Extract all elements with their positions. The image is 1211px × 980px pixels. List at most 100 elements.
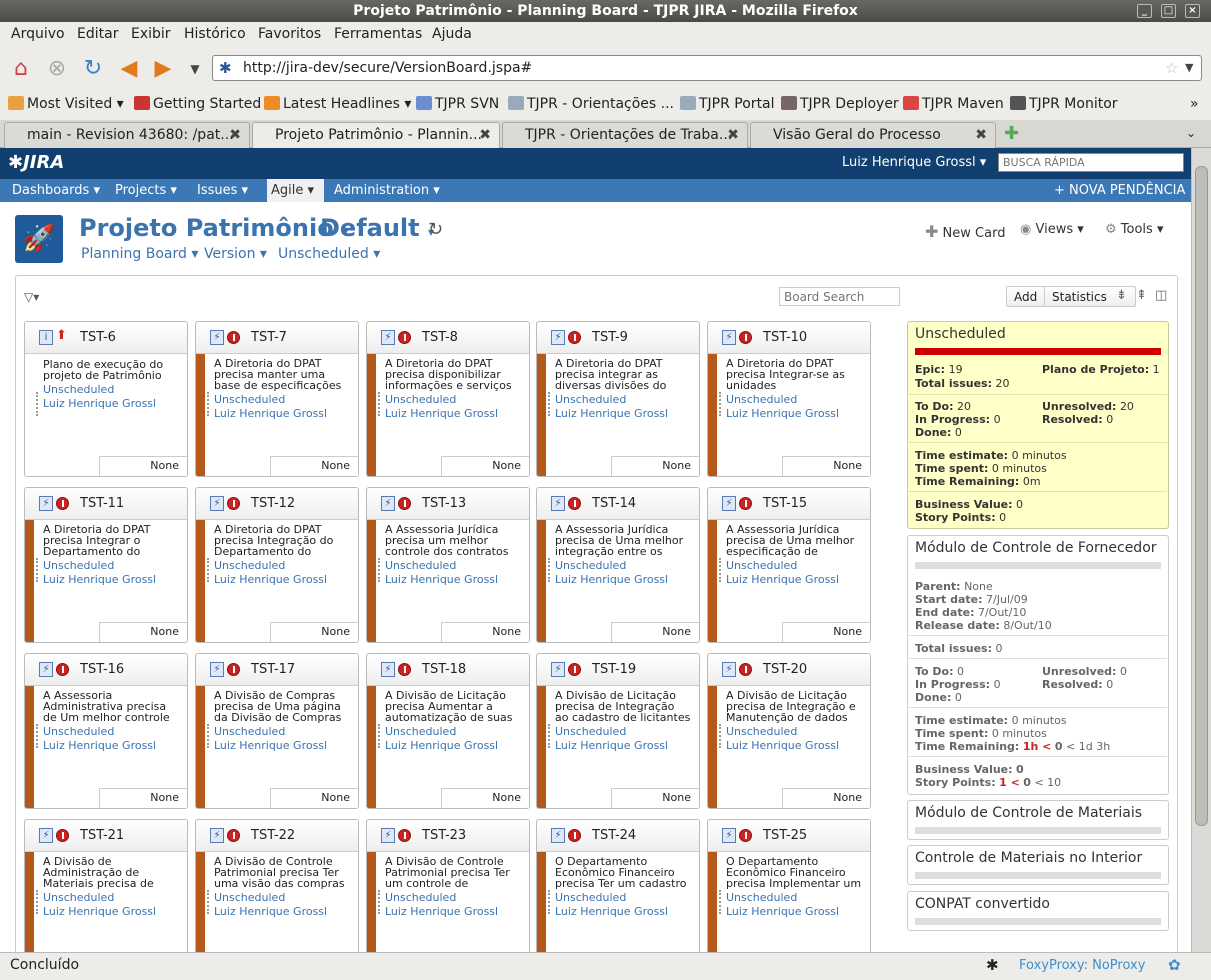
bug-icon[interactable]: ✱	[986, 956, 999, 974]
project-name[interactable]: Projeto Patrimônio ▾	[79, 214, 348, 242]
issue-key[interactable]: TST-22	[251, 828, 295, 843]
issue-card[interactable]: ⚡ TST-18 A Divisão de Licitação precisa Au…	[366, 653, 530, 809]
side-panel-icon[interactable]: ◫	[1155, 288, 1167, 303]
issue-card[interactable]: ⚡ TST-21 A Divisão de Administração de Mat…	[24, 819, 188, 952]
issue-assignee[interactable]: Luiz Henrique Grossl	[555, 573, 668, 586]
foxyproxy-icon[interactable]: ✿	[1168, 956, 1181, 974]
issue-version[interactable]: Unscheduled	[43, 559, 114, 572]
issue-key[interactable]: TST-17	[251, 662, 295, 677]
drag-handle[interactable]	[36, 890, 39, 914]
bookmark-tjpr-deployer[interactable]: TJPR Deployer	[781, 96, 899, 112]
issue-assignee[interactable]: Luiz Henrique Grossl	[214, 573, 327, 586]
drag-handle[interactable]	[719, 392, 722, 416]
issue-version[interactable]: Unscheduled	[726, 393, 797, 406]
new-card-button[interactable]: ✚ New Card	[925, 222, 1005, 241]
bookmark-tjpr-svn[interactable]: TJPR SVN	[416, 96, 499, 112]
board-search-input[interactable]	[779, 287, 900, 306]
issue-estimate[interactable]: None	[99, 456, 187, 476]
url-bar[interactable]: ✱ http://jira-dev/secure/VersionBoard.js…	[212, 55, 1202, 81]
drag-handle[interactable]	[378, 724, 381, 748]
issue-version[interactable]: Unscheduled	[385, 725, 456, 738]
issue-assignee[interactable]: Luiz Henrique Grossl	[385, 407, 498, 420]
drag-handle[interactable]	[719, 890, 722, 914]
menu-editar[interactable]: Editar	[77, 26, 118, 42]
issue-version[interactable]: Unscheduled	[726, 725, 797, 738]
board-name[interactable]: Default ▾	[320, 214, 434, 242]
drag-handle[interactable]	[207, 724, 210, 748]
issue-key[interactable]: TST-23	[422, 828, 466, 843]
close-tab-icon[interactable]: ✖	[229, 123, 241, 147]
subnav-unscheduled[interactable]: Unscheduled ▾	[278, 246, 380, 262]
nav-agile[interactable]: Agile ▾	[267, 179, 324, 202]
drag-handle[interactable]	[207, 558, 210, 582]
issue-estimate[interactable]: None	[441, 456, 529, 476]
issue-version[interactable]: Unscheduled	[214, 725, 285, 738]
drag-handle[interactable]	[548, 392, 551, 416]
bookmark-getting-started[interactable]: Getting Started	[134, 96, 261, 112]
issue-estimate[interactable]: None	[441, 788, 529, 808]
issue-card[interactable]: ⚡ TST-7 A Diretoria do DPAT precisa manter…	[195, 321, 359, 477]
bookmarks-overflow-icon[interactable]: »	[1190, 96, 1199, 112]
issue-assignee[interactable]: Luiz Henrique Grossl	[43, 397, 156, 410]
issue-version[interactable]: Unscheduled	[726, 891, 797, 904]
issue-assignee[interactable]: Luiz Henrique Grossl	[555, 905, 668, 918]
drag-handle[interactable]	[548, 558, 551, 582]
drag-handle[interactable]	[378, 392, 381, 416]
new-issue-button[interactable]: + NOVA PENDÊNCIA	[1050, 179, 1189, 202]
tab-main-revision[interactable]: main - Revision 43680: /pat... ✖	[4, 122, 250, 148]
issue-assignee[interactable]: Luiz Henrique Grossl	[43, 573, 156, 586]
issue-version[interactable]: Unscheduled	[43, 891, 114, 904]
issue-version[interactable]: Unscheduled	[385, 393, 456, 406]
issue-card[interactable]: ⚡ TST-14 A Assessoria Jurídica precisa de …	[536, 487, 700, 643]
home-icon[interactable]: ⌂	[8, 56, 34, 82]
filter-icon[interactable]: ▽▾	[24, 290, 39, 304]
issue-version[interactable]: Unscheduled	[555, 891, 626, 904]
add-button[interactable]: Add	[1014, 290, 1037, 304]
issue-key[interactable]: TST-25	[763, 828, 807, 843]
issue-key[interactable]: TST-6	[80, 330, 116, 345]
issue-estimate[interactable]: None	[611, 456, 699, 476]
menu-ferramentas[interactable]: Ferramentas	[334, 26, 422, 42]
drag-handle[interactable]	[548, 890, 551, 914]
drag-handle[interactable]	[719, 558, 722, 582]
bookmark-tjpr-maven[interactable]: TJPR Maven	[903, 96, 1004, 112]
maximize-button[interactable]: □	[1161, 4, 1176, 18]
issue-card[interactable]: ⚡ TST-17 A Divisão de Compras precisa de U…	[195, 653, 359, 809]
expand-icon[interactable]: ⇞	[1136, 288, 1147, 303]
issue-assignee[interactable]: Luiz Henrique Grossl	[43, 739, 156, 752]
issue-assignee[interactable]: Luiz Henrique Grossl	[726, 407, 839, 420]
bookmark-tjpr-orientacoes[interactable]: TJPR - Orientações ...	[508, 96, 674, 112]
issue-estimate[interactable]: None	[99, 788, 187, 808]
drag-handle[interactable]	[207, 392, 210, 416]
drag-handle[interactable]	[719, 724, 722, 748]
issue-assignee[interactable]: Luiz Henrique Grossl	[385, 573, 498, 586]
issue-estimate[interactable]: None	[441, 622, 529, 642]
issue-key[interactable]: TST-18	[422, 662, 466, 677]
issue-estimate[interactable]: None	[611, 788, 699, 808]
issue-assignee[interactable]: Luiz Henrique Grossl	[214, 407, 327, 420]
materiais-interior-panel[interactable]: Controle de Materiais no Interior	[907, 845, 1169, 885]
subnav-version[interactable]: Version ▾	[204, 246, 267, 262]
close-tab-icon[interactable]: ✖	[975, 123, 987, 147]
issue-version[interactable]: Unscheduled	[43, 383, 114, 396]
url-dropdown-icon[interactable]: ▼	[1185, 61, 1193, 74]
issue-card[interactable]: ⚡ TST-23 A Divisão de Controle Patrimonial…	[366, 819, 530, 952]
forward-icon[interactable]: ▶	[150, 56, 176, 82]
menu-exibir[interactable]: Exibir	[131, 26, 171, 42]
minimize-button[interactable]: _	[1137, 4, 1152, 18]
issue-card[interactable]: ⚡ TST-25 O Departamento Econômico Financei…	[707, 819, 871, 952]
issue-version[interactable]: Unscheduled	[214, 891, 285, 904]
new-tab-icon[interactable]: ✚	[1004, 123, 1019, 144]
close-tab-icon[interactable]: ✖	[727, 123, 739, 147]
drag-handle[interactable]	[378, 558, 381, 582]
tab-planning-board[interactable]: Projeto Patrimônio - Plannin... ✖	[252, 122, 500, 148]
subnav-planning-board[interactable]: Planning Board ▾	[81, 246, 198, 262]
jira-logo[interactable]: ✱JIRA	[8, 152, 64, 173]
tools-button[interactable]: ⚙ Tools ▾	[1105, 222, 1164, 237]
issue-assignee[interactable]: Luiz Henrique Grossl	[385, 905, 498, 918]
issue-card[interactable]: i ⬆ TST-6 Plano de execução do projeto de P…	[24, 321, 188, 477]
issue-key[interactable]: TST-13	[422, 496, 466, 511]
foxyproxy-status[interactable]: FoxyProxy: NoProxy	[1019, 958, 1145, 973]
issue-key[interactable]: TST-7	[251, 330, 287, 345]
nav-administration[interactable]: Administration ▾	[330, 179, 444, 202]
